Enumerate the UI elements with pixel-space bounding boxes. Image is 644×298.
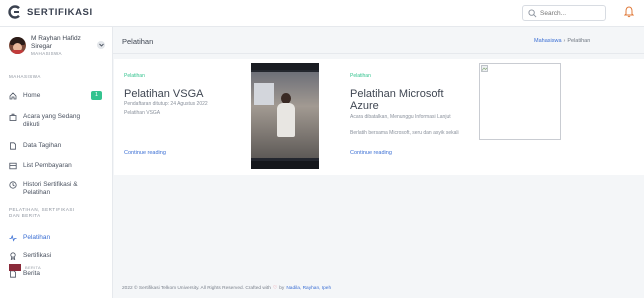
card-title[interactable]: Pelatihan VSGA [124, 88, 204, 100]
profile-dropdown-button[interactable] [97, 41, 105, 49]
mini-label: BERITA [25, 265, 41, 270]
section-label-pelatihan: PELATIHAN, SERTIFIKASI DAN BERITA [9, 207, 75, 218]
page-title: Pelatihan [122, 37, 154, 46]
section-label-mahasiswa: MAHASISWA [9, 74, 41, 79]
list-icon [9, 162, 17, 170]
continue-reading-link[interactable]: Continue reading [350, 150, 392, 156]
sidebar-item-berita[interactable]: Berita [9, 270, 109, 278]
sidebar: M Rayhan Hafidz Siregar MAHASISWA MAHASI… [0, 27, 113, 298]
sidebar-item-sertifikasi[interactable]: Sertifikasi [9, 252, 109, 260]
search-box[interactable] [522, 5, 606, 21]
profile-name: M Rayhan Hafidz Siregar [31, 35, 81, 50]
sidebar-item-pelatihan[interactable]: Pelatihan [9, 234, 109, 242]
sidebar-item-label: Acara yang Sedang diikuti [23, 113, 81, 128]
sidebar-item-label: Data Tagihan [23, 142, 62, 149]
footer-authors[interactable]: Nadila, Rayhan, Ipeh [286, 286, 331, 291]
sidebar-item-home[interactable]: Home 1 [9, 91, 109, 100]
footer-by: by [279, 286, 285, 291]
search-input[interactable] [540, 9, 604, 17]
profile-role: MAHASISWA [31, 51, 62, 56]
card-subtitle: Acara dibatalkan, Menunggu Informasi Lan… [350, 114, 451, 120]
home-badge: 1 [91, 91, 102, 100]
breadcrumb: Mahasiswa › Pelatihan [534, 38, 590, 44]
sidebar-item-label: Histori Sertifikasi & Pelatihan [23, 181, 78, 196]
logo-icon [8, 5, 20, 19]
header-divider [113, 53, 644, 54]
clock-icon [9, 181, 17, 189]
breadcrumb-separator: › [563, 38, 566, 44]
pulse-icon [9, 234, 17, 242]
user-profile[interactable]: M Rayhan Hafidz Siregar MAHASISWA [9, 35, 109, 65]
breadcrumb-link-mahasiswa[interactable]: Mahasiswa [534, 38, 562, 44]
avatar [9, 37, 26, 54]
breadcrumb-current: Pelatihan [567, 38, 591, 44]
card-title[interactable]: Pelatihan Microsoft Azure [350, 88, 460, 112]
bag-icon [9, 113, 17, 121]
card-tag: Pelatihan [124, 73, 145, 79]
mini-thumbnail [9, 264, 21, 271]
sidebar-item-list-pembayaran[interactable]: List Pembayaran [9, 162, 109, 170]
bell-icon[interactable] [624, 6, 634, 18]
card-subtitle: Pendaftaran ditutup: 24 Agustus 2022 [124, 101, 208, 107]
home-icon [9, 92, 17, 100]
award-icon [10, 252, 16, 260]
document-icon [10, 142, 16, 150]
card-description: Pelatihan VSGA [124, 110, 161, 116]
broken-image-icon [481, 65, 488, 72]
top-bar: SERTIFIKASI [0, 0, 644, 27]
sidebar-item-data-tagihan[interactable]: Data Tagihan [9, 142, 109, 150]
card-tag: Pelatihan [350, 73, 371, 79]
brand[interactable]: SERTIFIKASI [8, 5, 93, 19]
app-name: SERTIFIKASI [27, 6, 93, 18]
heart-icon: ♡ [272, 286, 278, 291]
chevron-down-icon [98, 43, 104, 47]
document-icon [10, 270, 16, 278]
sidebar-item-label: Home [23, 92, 41, 99]
card-image [251, 63, 319, 169]
card-description: Berlatih bersama Microsoft, seru dan asy… [350, 130, 459, 136]
footer: 2022 © Sertifikasi Telkom University. Al… [122, 286, 331, 291]
sidebar-item-label: Berita [23, 270, 40, 277]
training-cards: Pelatihan Pelatihan VSGA Pendaftaran dit… [114, 59, 644, 175]
sidebar-item-label: Pelatihan [23, 234, 51, 241]
footer-text: 2022 © Sertifikasi Telkom University. Al… [122, 286, 271, 291]
sidebar-item-label: Sertifikasi [23, 252, 52, 259]
sidebar-item-acara[interactable]: Acara yang Sedang diikuti [9, 113, 109, 129]
continue-reading-link[interactable]: Continue reading [124, 150, 166, 156]
card-image-placeholder [479, 63, 561, 140]
search-icon [528, 8, 537, 17]
sidebar-item-label: List Pembayaran [23, 162, 72, 169]
sidebar-item-histori[interactable]: Histori Sertifikasi & Pelatihan [9, 181, 109, 197]
